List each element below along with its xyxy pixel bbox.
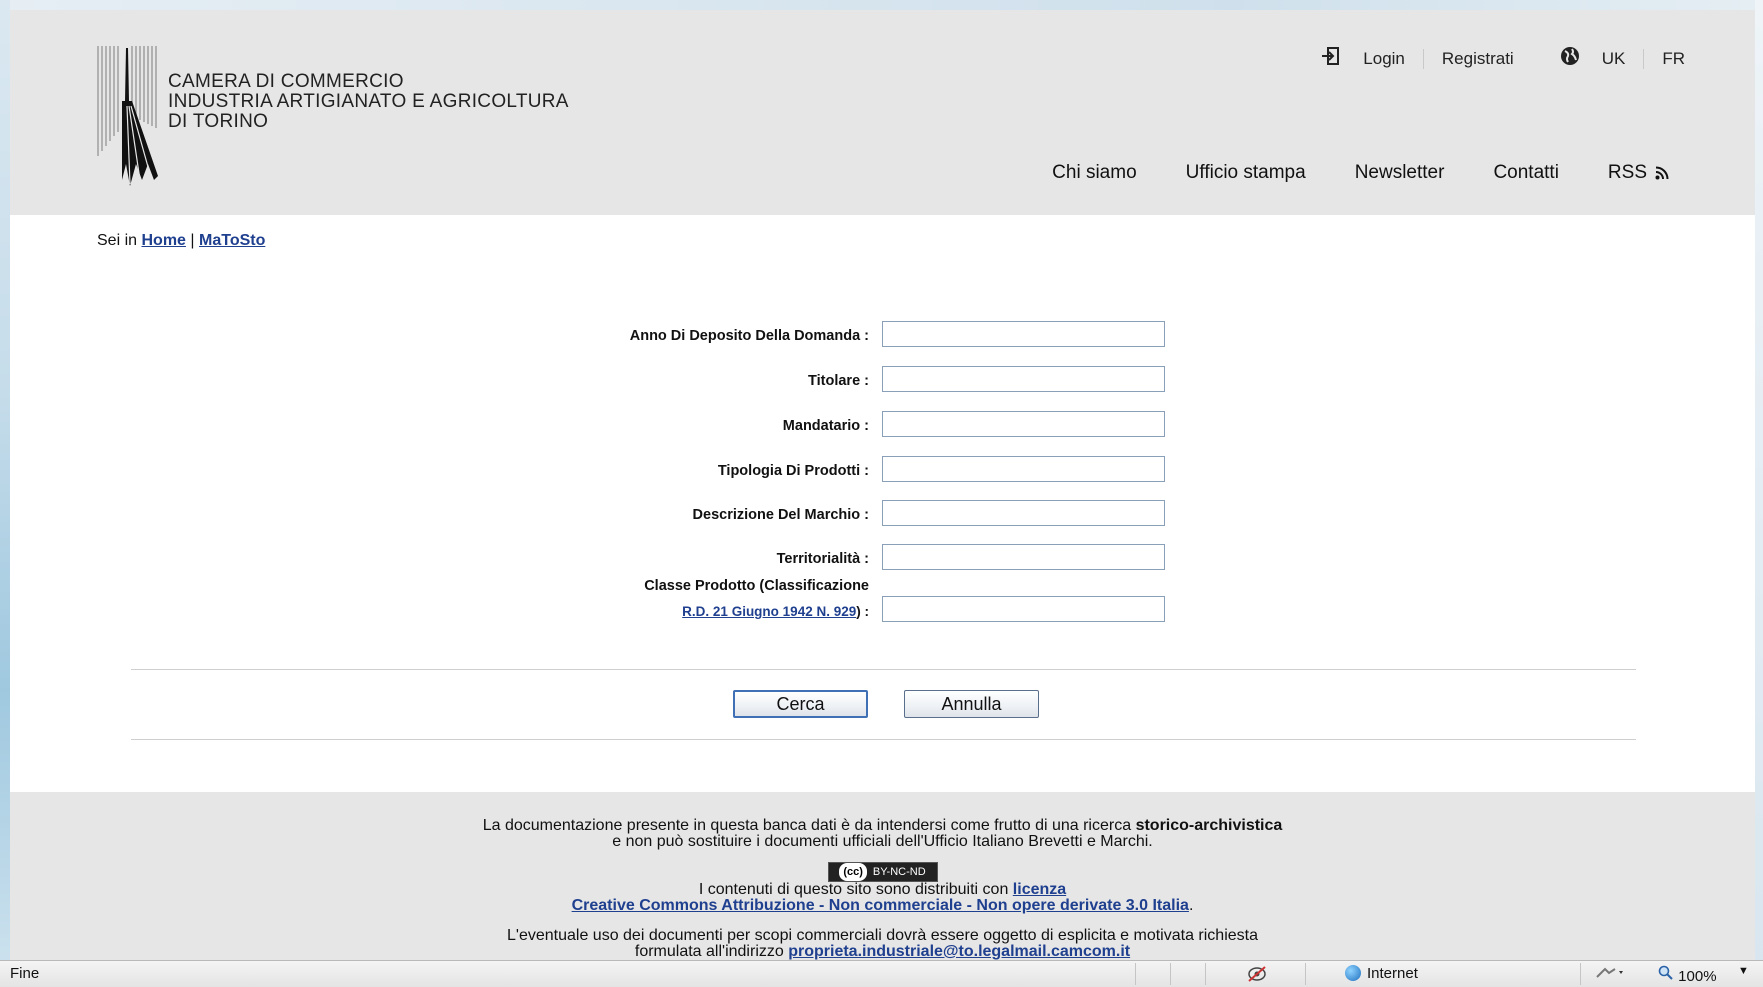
internet-zone-icon <box>1345 965 1361 981</box>
chamber-name[interactable]: CAMERA DI COMMERCIO INDUSTRIA ARTIGIANAT… <box>168 72 569 132</box>
titolare-input[interactable] <box>882 366 1165 392</box>
form-row-anno-deposito: Anno Di Deposito Della Domanda : <box>0 321 1763 351</box>
form-row-tipologia-prodotti: Tipologia Di Prodotti : <box>0 456 1763 486</box>
mole-antonelliana-logo-icon <box>97 46 158 186</box>
anno-deposito-input[interactable] <box>882 321 1165 347</box>
status-text: Fine <box>10 965 40 982</box>
nav-rss-label: RSS <box>1607 162 1647 183</box>
desktop-background-left <box>0 0 10 986</box>
classe-prodotto-label: Classe Prodotto (Classificazione <box>644 578 869 594</box>
creative-commons-license-link[interactable]: Creative Commons Attribuzione - Non comm… <box>572 897 1189 914</box>
zoom-control[interactable]: 100% <box>1658 965 1717 985</box>
territorialita-input[interactable] <box>882 544 1165 570</box>
site-header: CAMERA DI COMMERCIO INDUSTRIA ARTIGIANAT… <box>10 10 1755 215</box>
security-zone[interactable]: Internet <box>1345 965 1418 982</box>
nav-ufficio-stampa[interactable]: Ufficio stampa <box>1186 162 1306 184</box>
protected-mode-icon[interactable] <box>1595 965 1625 985</box>
desktop-background-right <box>1755 0 1763 986</box>
classe-prodotto-input[interactable] <box>882 596 1165 622</box>
utility-links: Login Registrati UK FR <box>1321 46 1685 71</box>
classe-label-suffix: ) : <box>856 604 869 619</box>
mandatario-label: Mandatario : <box>782 418 869 434</box>
disclaimer-bold: storico-archivistica <box>1135 817 1283 834</box>
breadcrumb-home-link[interactable]: Home <box>141 232 185 249</box>
breadcrumb-separator: | <box>190 232 195 249</box>
breadcrumb-current-link[interactable]: MaToSto <box>199 232 265 249</box>
disclaimer-line-1: La documentazione presente in questa ban… <box>10 818 1755 834</box>
license-prefix: I contenuti di questo sito sono distribu… <box>698 881 1009 898</box>
anno-deposito-label: Anno Di Deposito Della Domanda : <box>629 328 869 344</box>
nav-rss[interactable]: RSS <box>1608 162 1669 184</box>
logo-line-2: INDUSTRIA ARTIGIANATO E AGRICOLTURA <box>168 91 569 112</box>
logo-line-3: DI TORINO <box>168 111 269 132</box>
license-suffix: . <box>1188 897 1194 914</box>
separator <box>1643 48 1645 69</box>
descrizione-marchio-label: Descrizione Del Marchio : <box>692 507 869 523</box>
rss-icon <box>1655 166 1669 180</box>
language-uk-link[interactable]: UK <box>1602 49 1626 69</box>
zoom-level: 100% <box>1678 968 1717 985</box>
breadcrumb: Sei in Home | MaToSto <box>97 232 265 250</box>
email-line: formulata all'indirizzo proprieta.indust… <box>10 944 1755 960</box>
form-row-titolare: Titolare : <box>0 366 1763 396</box>
classe-prodotto-label-line2: R.D. 21 Giugno 1942 N. 929) : <box>682 604 869 619</box>
email-prefix: formulata all'indirizzo <box>634 943 784 960</box>
separator <box>1422 48 1424 69</box>
disclaimer-line-2: e non può sostituire i documenti ufficia… <box>612 833 1153 850</box>
usage-line: L'eventuale uso dei documenti per scopi … <box>507 927 1258 944</box>
zoom-icon <box>1658 965 1673 980</box>
email-link[interactable]: proprieta.industriale@to.legalmail.camco… <box>788 943 1130 960</box>
page-footer: La documentazione presente in questa ban… <box>10 792 1755 960</box>
form-row-mandatario: Mandatario : <box>0 411 1763 441</box>
zoom-dropdown-icon[interactable]: ▼ <box>1738 965 1749 977</box>
license-name-line: Creative Commons Attribuzione - Non comm… <box>10 898 1755 914</box>
divider-bottom <box>131 739 1636 740</box>
privacy-icon[interactable] <box>1246 965 1268 987</box>
descrizione-marchio-input[interactable] <box>882 500 1165 526</box>
classificazione-rd-link[interactable]: R.D. 21 Giugno 1942 N. 929 <box>682 604 856 619</box>
login-link[interactable]: Login <box>1363 49 1405 69</box>
license-line: I contenuti di questo sito sono distribu… <box>10 882 1755 898</box>
nav-contatti[interactable]: Contatti <box>1493 162 1558 184</box>
login-icon[interactable] <box>1321 46 1341 71</box>
disclaimer-text: La documentazione presente in questa ban… <box>482 817 1132 834</box>
tipologia-prodotti-label: Tipologia Di Prodotti : <box>717 463 869 479</box>
form-row-descrizione-marchio: Descrizione Del Marchio : <box>0 500 1763 530</box>
mandatario-input[interactable] <box>882 411 1165 437</box>
main-navigation: Chi siamo Ufficio stampa Newsletter Cont… <box>1003 162 1669 184</box>
divider-top <box>131 669 1636 670</box>
titolare-label: Titolare : <box>808 373 869 389</box>
territorialita-label: Territorialità : <box>776 551 869 567</box>
search-button[interactable]: Cerca <box>733 690 868 718</box>
license-link[interactable]: licenza <box>1013 881 1066 898</box>
security-zone-label: Internet <box>1367 965 1418 982</box>
creative-commons-badge[interactable]: (cc) BY-NC-ND <box>827 862 938 882</box>
breadcrumb-prefix: Sei in <box>97 232 138 249</box>
logo-line-1: CAMERA DI COMMERCIO <box>168 71 404 92</box>
nav-chi-siamo[interactable]: Chi siamo <box>1052 162 1136 184</box>
desktop-background-top <box>0 0 1763 10</box>
language-fr-link[interactable]: FR <box>1662 49 1685 69</box>
form-row-territorialita: Territorialità : <box>0 544 1763 574</box>
globe-icon <box>1560 46 1580 71</box>
browser-status-bar: Fine Internet 100% ▼ <box>0 960 1763 987</box>
cancel-button[interactable]: Annulla <box>904 690 1039 718</box>
tipologia-prodotti-input[interactable] <box>882 456 1165 482</box>
nav-newsletter[interactable]: Newsletter <box>1355 162 1445 184</box>
register-link[interactable]: Registrati <box>1442 49 1514 69</box>
